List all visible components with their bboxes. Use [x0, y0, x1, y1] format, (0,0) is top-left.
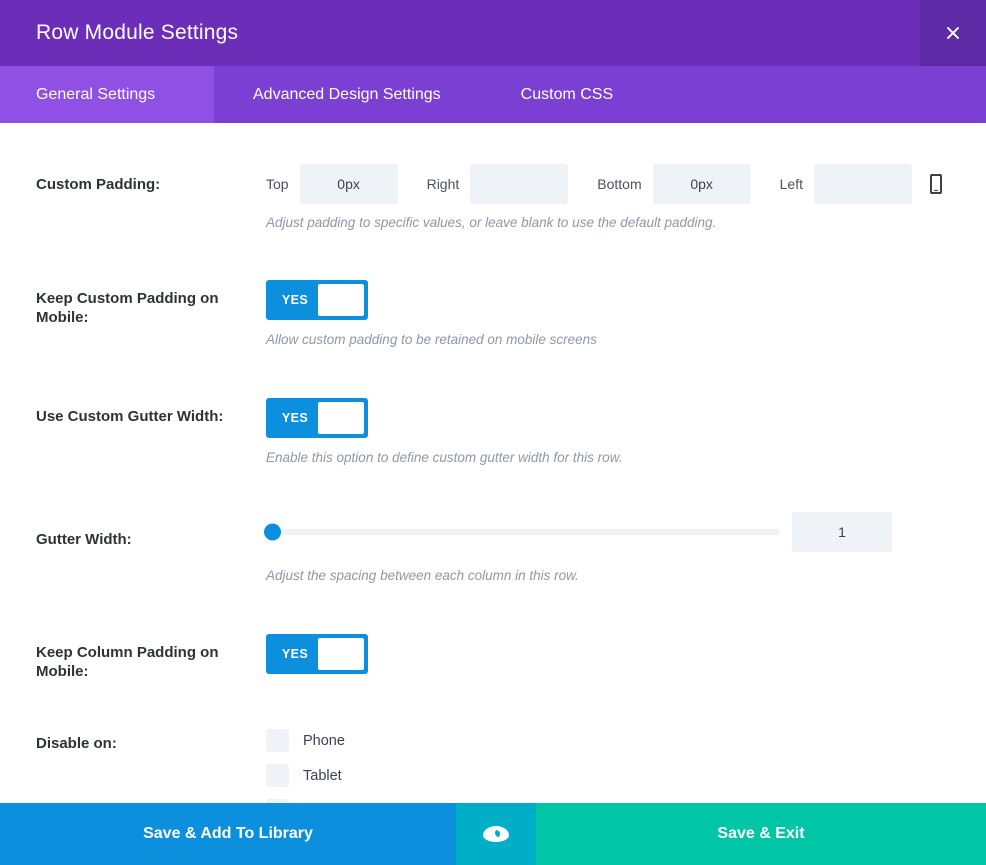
- tab-custom-css[interactable]: Custom CSS: [471, 66, 643, 123]
- close-button[interactable]: [920, 0, 986, 66]
- row-module-settings-modal: Row Module Settings General Settings Adv…: [0, 0, 986, 865]
- gutter-width-description: Adjust the spacing between each column i…: [266, 567, 579, 585]
- tab-advanced-design-settings[interactable]: Advanced Design Settings: [214, 66, 471, 123]
- setting-row-keep-custom-padding-mobile: Keep Custom Padding on Mobile: YES Allow…: [0, 270, 986, 390]
- custom-padding-description: Adjust padding to specific values, or le…: [266, 214, 716, 232]
- gutter-width-control: [266, 512, 892, 552]
- tab-bar: General Settings Advanced Design Setting…: [0, 66, 986, 123]
- keep-custom-padding-mobile-toggle[interactable]: YES: [266, 280, 368, 320]
- close-icon: [944, 24, 962, 42]
- padding-inputs-group: Top Right Bottom Left: [266, 164, 942, 204]
- setting-row-disable-on: Disable on: Phone Tablet Desktop: [0, 712, 986, 803]
- padding-bottom-input[interactable]: [653, 164, 751, 204]
- use-custom-gutter-width-description: Enable this option to define custom gutt…: [266, 449, 622, 467]
- keep-column-padding-mobile-toggle-value: YES: [266, 634, 324, 674]
- disable-on-option-phone-label: Phone: [303, 733, 345, 749]
- toggle-knob: [318, 284, 364, 316]
- disable-on-control: Phone Tablet Desktop: [266, 723, 356, 803]
- gutter-width-slider-wrap: [266, 512, 892, 552]
- padding-right-label: Right: [427, 176, 460, 192]
- custom-padding-control: Top Right Bottom Left: [266, 164, 942, 204]
- checkbox-icon[interactable]: [266, 729, 289, 752]
- keep-custom-padding-mobile-control: YES: [266, 280, 368, 320]
- disable-on-option-phone[interactable]: Phone: [266, 723, 356, 758]
- setting-row-custom-padding: Custom Padding: Top Right Bottom Left Ad…: [0, 123, 986, 238]
- save-and-add-to-library-label: Save & Add To Library: [143, 825, 313, 843]
- padding-top-input[interactable]: [300, 164, 398, 204]
- settings-body: Custom Padding: Top Right Bottom Left Ad…: [0, 123, 986, 803]
- disable-on-option-desktop[interactable]: Desktop: [266, 793, 356, 803]
- gutter-width-label: Gutter Width:: [36, 530, 246, 549]
- setting-row-gutter-width: Gutter Width: Adjust the spacing between…: [0, 506, 986, 626]
- disable-on-option-tablet[interactable]: Tablet: [266, 758, 356, 793]
- use-custom-gutter-width-toggle[interactable]: YES: [266, 398, 368, 438]
- keep-column-padding-mobile-toggle[interactable]: YES: [266, 634, 368, 674]
- toggle-knob: [318, 638, 364, 670]
- gutter-width-slider-track[interactable]: [266, 529, 780, 535]
- modal-footer: Save & Add To Library Save & Exit: [0, 803, 986, 865]
- mobile-device-icon[interactable]: [930, 174, 942, 194]
- keep-custom-padding-mobile-description: Allow custom padding to be retained on m…: [266, 331, 597, 349]
- eye-icon: [483, 826, 509, 842]
- tab-general-settings[interactable]: General Settings: [0, 66, 214, 123]
- use-custom-gutter-width-toggle-value: YES: [266, 398, 324, 438]
- preview-button[interactable]: [456, 803, 536, 865]
- save-and-add-to-library-button[interactable]: Save & Add To Library: [0, 803, 456, 865]
- padding-left-input[interactable]: [814, 164, 912, 204]
- tab-advanced-design-settings-label: Advanced Design Settings: [253, 86, 441, 104]
- disable-on-option-tablet-label: Tablet: [303, 768, 342, 784]
- save-and-exit-button[interactable]: Save & Exit: [536, 803, 986, 865]
- setting-row-use-custom-gutter-width: Use Custom Gutter Width: YES Enable this…: [0, 388, 986, 508]
- keep-column-padding-mobile-label: Keep Column Padding on Mobile:: [36, 643, 246, 681]
- checkbox-icon[interactable]: [266, 764, 289, 787]
- page-title: Row Module Settings: [36, 0, 238, 66]
- keep-custom-padding-mobile-label: Keep Custom Padding on Mobile:: [36, 289, 246, 327]
- tab-general-settings-label: General Settings: [36, 86, 155, 104]
- disable-on-label: Disable on:: [36, 734, 246, 753]
- custom-padding-label: Custom Padding:: [36, 175, 246, 194]
- use-custom-gutter-width-label: Use Custom Gutter Width:: [36, 407, 246, 426]
- padding-bottom-label: Bottom: [597, 176, 641, 192]
- gutter-width-value-input[interactable]: [792, 512, 892, 552]
- toggle-knob: [318, 402, 364, 434]
- keep-custom-padding-mobile-toggle-value: YES: [266, 280, 324, 320]
- modal-header: Row Module Settings: [0, 0, 986, 66]
- padding-top-label: Top: [266, 176, 289, 192]
- use-custom-gutter-width-control: YES: [266, 398, 368, 438]
- padding-right-input[interactable]: [470, 164, 568, 204]
- gutter-width-slider-handle[interactable]: [264, 524, 281, 541]
- tab-custom-css-label: Custom CSS: [521, 86, 613, 104]
- save-and-exit-label: Save & Exit: [717, 825, 804, 843]
- keep-column-padding-mobile-control: YES: [266, 634, 368, 674]
- padding-left-label: Left: [780, 176, 803, 192]
- disable-on-checkbox-list: Phone Tablet Desktop: [266, 723, 356, 803]
